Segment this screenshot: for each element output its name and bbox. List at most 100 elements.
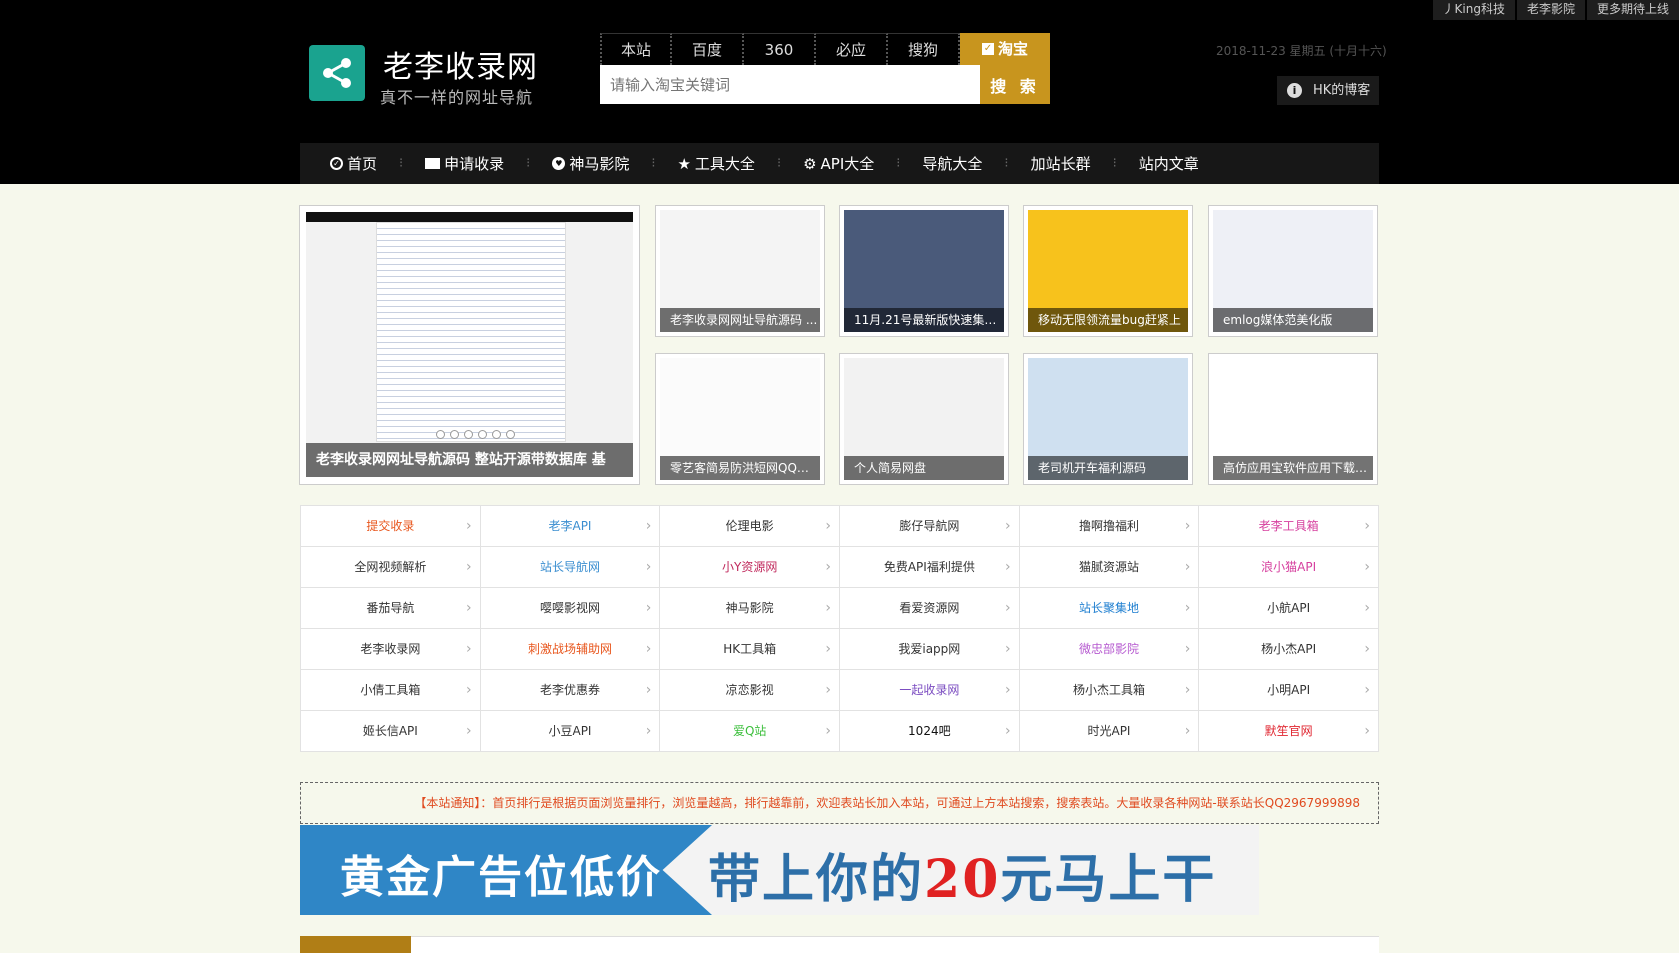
thumb-image[interactable]: 老李收录网网址导航源码 ... [660,210,820,332]
nav-item-navs[interactable]: 导航大全 [922,153,982,174]
nav-divider: ⁝ [776,156,782,171]
search-input[interactable] [600,65,980,104]
engine-tab-sogou[interactable]: 搜狗 [888,33,960,65]
top-link-king[interactable]: 丿King科技 [1432,0,1515,20]
site-link[interactable]: 免费API福利提供 [840,547,1020,588]
slider-dot[interactable] [492,430,501,439]
site-link[interactable]: 一起收录网 [840,670,1020,711]
featured-slider[interactable]: 老李收录网网址导航源码 整站开源带数据库 基 [299,205,640,485]
banner-left-text: 黄金广告位低价 [340,852,662,903]
nav-item-articles[interactable]: 站内文章 [1139,153,1199,174]
thumb-image[interactable]: 老司机开车福利源码 [1028,358,1188,480]
site-link[interactable]: 凉恋影视 [660,670,840,711]
site-link[interactable]: 刺激战场辅助网 [480,629,661,670]
site-link[interactable]: 提交收录 [301,506,481,547]
slider-dot[interactable] [478,430,487,439]
thumb-card[interactable]: 老司机开车福利源码 [1023,353,1193,485]
nav-divider: ⁝ [651,156,656,171]
site-link[interactable]: 浪小猫API [1199,547,1379,588]
nav-label: API大全 [820,155,875,173]
site-link[interactable]: 姬长信API [301,711,481,752]
nav-item-cinema[interactable]: ♥ 神马影院 [552,153,629,174]
site-link[interactable]: 老李优惠券 [480,670,661,711]
engine-tab-360[interactable]: 360 [744,33,816,65]
engine-tab-site[interactable]: 本站 [600,33,672,65]
site-link[interactable]: 嘤嘤影视网 [480,588,661,629]
site-link[interactable]: 小倩工具箱 [301,670,481,711]
slider-caption[interactable]: 老李收录网网址导航源码 整站开源带数据库 基 [306,443,633,477]
site-link[interactable]: HK工具箱 [660,629,840,670]
site-link[interactable]: 神马影院 [660,588,840,629]
slider-dot[interactable] [450,430,459,439]
ad-banner[interactable]: 黄金广告位低价 带上你的20元马上干走 [300,825,1259,915]
nav-item-group[interactable]: 加站长群 [1031,153,1091,174]
slider-dot[interactable] [506,430,515,439]
thumb-card[interactable]: 高仿应用宝软件应用下载界... [1208,353,1378,485]
blog-button-label: HK的博客 [1313,83,1371,98]
star-icon: ★ [677,154,691,173]
engine-tab-bing[interactable]: 必应 [816,33,888,65]
thumb-card[interactable]: 移动无限领流量bug赶紧上 [1023,205,1193,337]
thumb-card[interactable]: 11月.21号最新版快速集气 ... [839,205,1009,337]
site-subtitle: 真不一样的网址导航 [380,88,534,107]
slider-dot[interactable] [436,430,445,439]
site-link[interactable]: 撸啊撸福利 [1019,506,1200,547]
thumb-image[interactable]: emlog媒体范美化版 [1213,210,1373,332]
thumb-card[interactable]: 零艺客简易防洪短网QQ自... [655,353,825,485]
nav-item-home[interactable]: ✓ 首页 [330,153,377,174]
thumb-card[interactable]: 个人简易网盘 [839,353,1009,485]
slider-dot[interactable] [464,430,473,439]
thumb-card[interactable]: 老李收录网网址导航源码 ... [655,205,825,337]
slider-image[interactable]: 老李收录网网址导航源码 整站开源带数据库 基 [306,212,633,477]
blog-button[interactable]: i HK的博客 [1277,76,1379,105]
site-link[interactable]: 膨仔导航网 [840,506,1020,547]
search-button[interactable]: 搜 索 [980,65,1050,104]
site-link[interactable]: 杨小杰API [1199,629,1379,670]
site-link[interactable]: 全网视频解析 [301,547,481,588]
site-link[interactable]: 我爱iapp网 [840,629,1020,670]
thumb-caption: 老李收录网网址导航源码 ... [660,308,820,332]
header: 丿King科技 老李影院 更多期待上线 老李收录网 真不一样的网址导航 本站 百… [0,0,1679,184]
site-link[interactable]: 老李API [480,506,661,547]
nav-divider: ⁝ [896,156,901,171]
site-link[interactable]: 小豆API [480,711,661,752]
thumb-card[interactable]: emlog媒体范美化版 [1208,205,1378,337]
site-title[interactable]: 老李收录网 [383,42,538,86]
site-link[interactable]: 猫腻资源站 [1019,547,1200,588]
site-link[interactable]: 站长聚集地 [1019,588,1200,629]
site-link[interactable]: 杨小杰工具箱 [1019,670,1200,711]
site-link[interactable]: 老李工具箱 [1199,506,1379,547]
thumb-image[interactable]: 11月.21号最新版快速集气 ... [844,210,1004,332]
site-link[interactable]: 老李收录网 [301,629,481,670]
nav-item-apply[interactable]: 申请收录 [425,153,504,174]
thumb-image[interactable]: 个人简易网盘 [844,358,1004,480]
site-link[interactable]: 1024吧 [840,711,1020,752]
engine-tab-taobao-label: 淘宝 [997,40,1028,58]
site-link[interactable]: 伦理电影 [660,506,840,547]
site-link[interactable]: 小Y资源网 [660,547,840,588]
section-tab[interactable] [300,936,411,953]
thumb-image[interactable]: 高仿应用宝软件应用下载界... [1213,358,1373,480]
nav-item-tools[interactable]: ★ 工具大全 [677,153,754,174]
site-link[interactable]: 番茄导航 [301,588,481,629]
engine-tab-baidu[interactable]: 百度 [672,33,744,65]
site-link[interactable]: 看爱资源网 [840,588,1020,629]
nav-label: 站内文章 [1138,155,1199,173]
nav-label: 导航大全 [922,155,983,173]
site-link[interactable]: 站长导航网 [480,547,661,588]
share-logo-icon[interactable] [309,45,365,101]
nav-label: 工具大全 [694,155,755,173]
site-link[interactable]: 小明API [1199,670,1379,711]
nav-item-api[interactable]: ⚙ API大全 [803,153,874,174]
top-link-cinema[interactable]: 老李影院 [1516,0,1585,20]
thumb-image[interactable]: 零艺客简易防洪短网QQ自... [660,358,820,480]
info-icon: i [1287,83,1302,98]
engine-tab-taobao[interactable]: ✓ 淘宝 [960,33,1050,65]
thumb-image[interactable]: 移动无限领流量bug赶紧上 [1028,210,1188,332]
site-link[interactable]: 爱Q站 [660,711,840,752]
site-link[interactable]: 时光API [1019,711,1200,752]
site-link[interactable]: 微忠部影院 [1019,629,1200,670]
site-link[interactable]: 默笙官网 [1199,711,1379,752]
site-link[interactable]: 小航API [1199,588,1379,629]
top-link-more[interactable]: 更多期待上线 [1586,0,1679,20]
